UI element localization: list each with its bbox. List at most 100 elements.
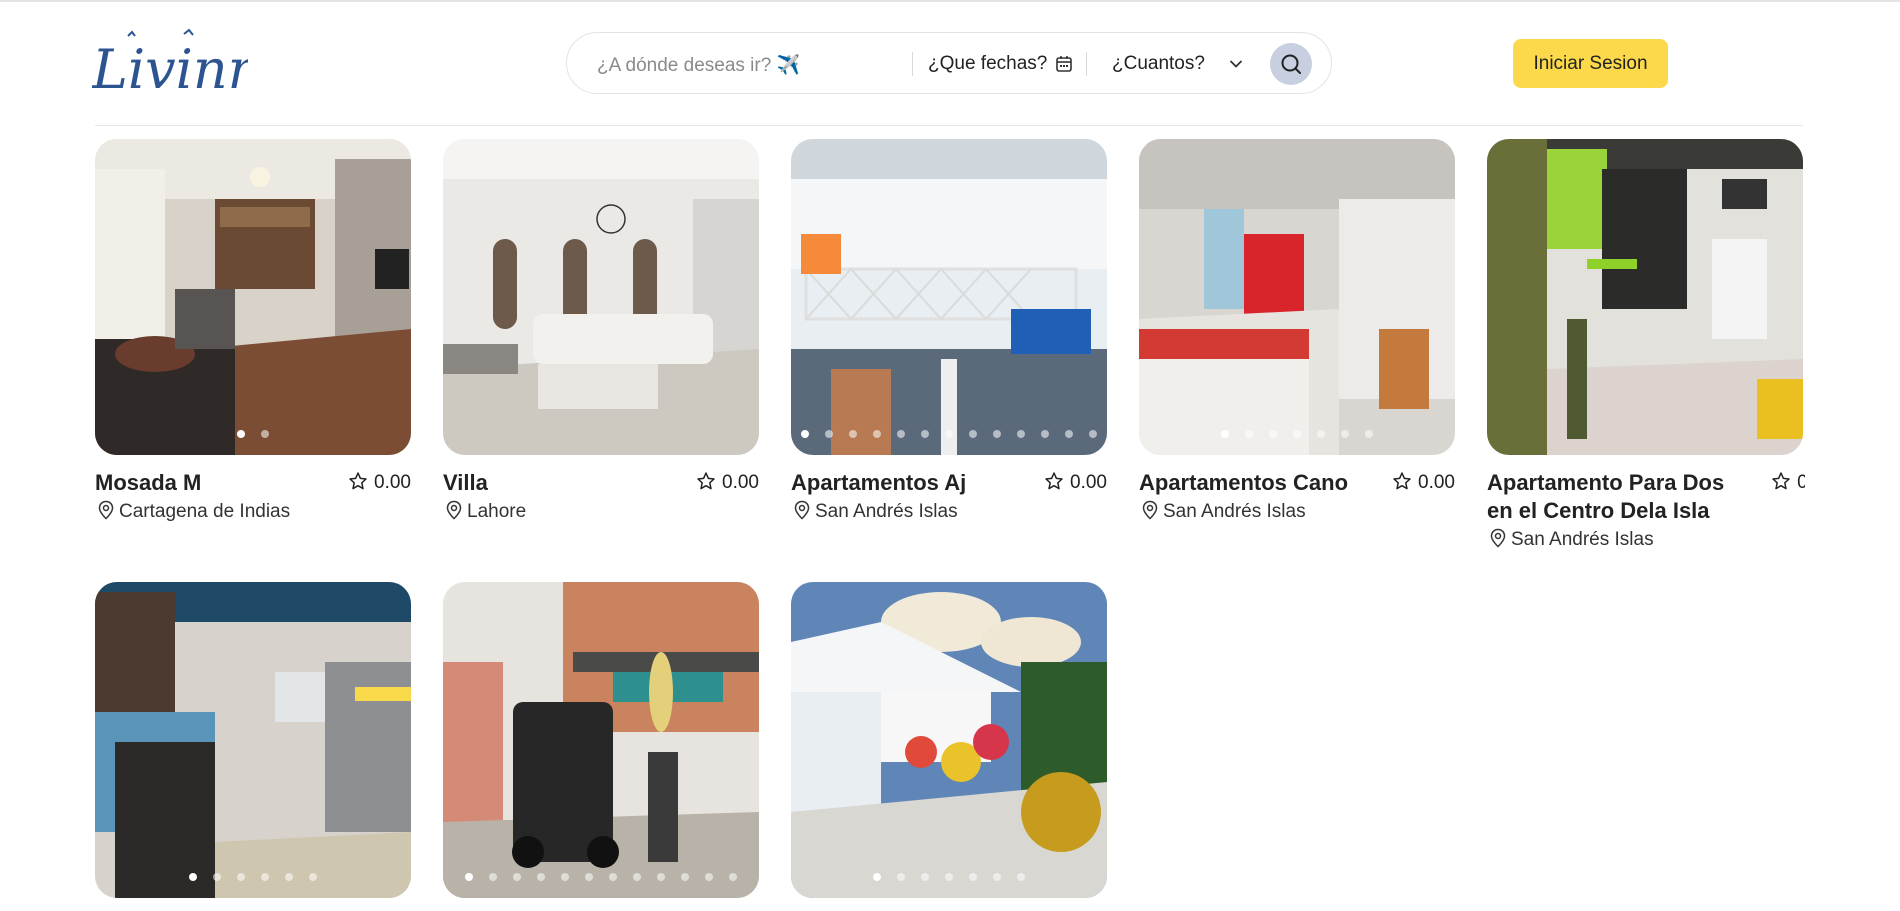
pager-dot[interactable] <box>921 430 929 438</box>
listing-rating: 0.00 <box>1392 469 1455 497</box>
listing-card[interactable]: Villa 0.00 Lahore <box>443 139 759 522</box>
kitchenette-image <box>1487 139 1803 455</box>
pager-dot[interactable] <box>1245 430 1253 438</box>
location-text: San Andrés Islas <box>1511 529 1654 550</box>
search-icon <box>1281 54 1301 74</box>
pager-dot[interactable] <box>1065 430 1073 438</box>
pager-dot[interactable] <box>309 873 317 881</box>
listing-rating: 0.00 <box>696 469 759 497</box>
pager-dot[interactable] <box>465 873 473 881</box>
pager-dot[interactable] <box>969 873 977 881</box>
pager-dot[interactable] <box>1269 430 1277 438</box>
location-text: Lahore <box>467 501 527 522</box>
listing-photo[interactable] <box>1487 139 1803 455</box>
pager-dot[interactable] <box>513 873 521 881</box>
listing-title[interactable]: Apartamentos Cano <box>1139 469 1405 497</box>
guests-selector[interactable]: ¿Cuantos? <box>1112 53 1205 75</box>
where-input[interactable]: ¿A dónde deseas ir? ✈️ <box>597 53 800 77</box>
bedroom-image <box>1139 139 1455 455</box>
listing-photo[interactable] <box>791 582 1107 898</box>
location-pin-icon <box>446 500 462 520</box>
search-button[interactable] <box>1270 43 1312 85</box>
pager-dot[interactable] <box>849 430 857 438</box>
pager-dot[interactable] <box>681 873 689 881</box>
pager-dot[interactable] <box>945 873 953 881</box>
pager-dot[interactable] <box>1293 430 1301 438</box>
pager-dot[interactable] <box>1317 430 1325 438</box>
pager-dot[interactable] <box>897 873 905 881</box>
pager-dot[interactable] <box>237 430 245 438</box>
dates-picker[interactable]: ¿Que fechas? <box>928 53 1047 75</box>
pager-dot[interactable] <box>969 430 977 438</box>
search-bar: ¿A dónde deseas ir? ✈️ ¿Que fechas? ¿Cua… <box>566 32 1332 94</box>
listing-card[interactable]: Apartamentos Cano 0.00 San Andrés Islas <box>1139 139 1455 522</box>
listing-photo[interactable] <box>1139 139 1455 455</box>
calendar-icon[interactable] <box>1054 54 1074 74</box>
pager-dot[interactable] <box>609 873 617 881</box>
listing-card[interactable] <box>443 582 759 898</box>
logo-text: Livinng <box>92 38 248 100</box>
pager-dot[interactable] <box>825 430 833 438</box>
garden-house-image <box>791 582 1107 898</box>
star-icon <box>1772 472 1790 490</box>
pager-dot[interactable] <box>561 873 569 881</box>
listing-photo[interactable] <box>95 139 411 455</box>
listing-photo[interactable] <box>443 582 759 898</box>
pager-dot[interactable] <box>633 873 641 881</box>
pager-dot[interactable] <box>285 873 293 881</box>
listing-title[interactable]: Villa <box>443 469 709 497</box>
pager-dot[interactable] <box>237 873 245 881</box>
listing-card[interactable]: Apartamentos Aj 0.00 San Andrés Islas <box>791 139 1107 522</box>
pager-dot[interactable] <box>993 430 1001 438</box>
login-button[interactable]: Iniciar Sesion <box>1513 39 1668 88</box>
image-pager <box>95 425 411 438</box>
pager-dot[interactable] <box>921 873 929 881</box>
pager-dot[interactable] <box>189 873 197 881</box>
logo-graphic: Livinng <box>91 28 297 101</box>
listing-card[interactable] <box>95 582 411 898</box>
chevron-down-icon[interactable] <box>1228 56 1244 72</box>
pager-dot[interactable] <box>261 430 269 438</box>
listing-title[interactable]: Apartamentos Aj <box>791 469 1057 497</box>
pager-dot[interactable] <box>1365 430 1373 438</box>
star-icon <box>1393 472 1411 490</box>
pager-dot[interactable] <box>1341 430 1349 438</box>
listing-title[interactable]: Apartamento Para Dos en el Centro Dela I… <box>1487 469 1753 525</box>
rating-value: 0.00 <box>374 472 411 493</box>
header: Livinng ¿A dónde deseas ir? ✈️ ¿Que fech… <box>0 0 1900 124</box>
pager-dot[interactable] <box>705 873 713 881</box>
pager-dot[interactable] <box>729 873 737 881</box>
location-pin-icon <box>1142 500 1158 520</box>
listing-card[interactable]: Mosada M 0.00 Cartagena de Indias <box>95 139 411 522</box>
pager-dot[interactable] <box>261 873 269 881</box>
listing-card[interactable]: Apartamento Para Dos en el Centro Dela I… <box>1487 139 1805 550</box>
pager-dot[interactable] <box>801 430 809 438</box>
villa-interior-image <box>443 139 759 455</box>
pager-dot[interactable] <box>657 873 665 881</box>
pager-dot[interactable] <box>873 430 881 438</box>
pager-dot[interactable] <box>1017 430 1025 438</box>
pager-dot[interactable] <box>1041 430 1049 438</box>
location-text: Cartagena de Indias <box>119 501 291 522</box>
pager-dot[interactable] <box>585 873 593 881</box>
listing-location: Cartagena de Indias <box>97 500 290 524</box>
pager-dot[interactable] <box>945 430 953 438</box>
pager-dot[interactable] <box>993 873 1001 881</box>
pager-dot[interactable] <box>213 873 221 881</box>
jeep-driveway-image <box>443 582 759 898</box>
star-icon <box>697 472 715 490</box>
listing-rating: 0.00 <box>348 469 411 497</box>
listing-title[interactable]: Mosada M <box>95 469 361 497</box>
pager-dot[interactable] <box>1089 430 1097 438</box>
pager-dot[interactable] <box>489 873 497 881</box>
listing-card[interactable] <box>791 582 1107 898</box>
pager-dot[interactable] <box>897 430 905 438</box>
pager-dot[interactable] <box>1017 873 1025 881</box>
listing-photo[interactable] <box>791 139 1107 455</box>
pager-dot[interactable] <box>537 873 545 881</box>
pager-dot[interactable] <box>873 873 881 881</box>
brand-logo[interactable]: Livinng <box>91 28 297 101</box>
listing-photo[interactable] <box>443 139 759 455</box>
pager-dot[interactable] <box>1221 430 1229 438</box>
listing-photo[interactable] <box>95 582 411 898</box>
